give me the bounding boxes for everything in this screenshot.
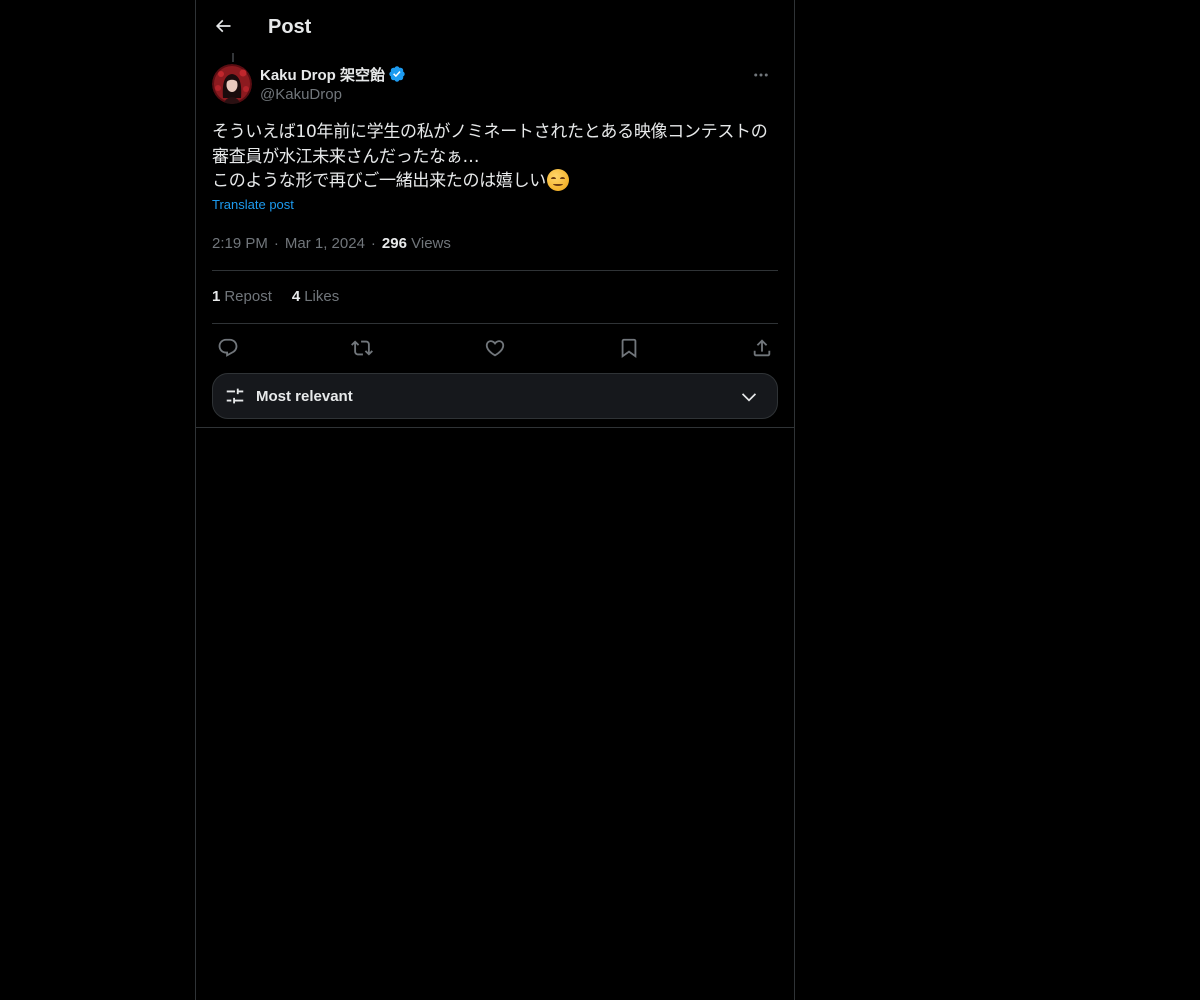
- reply-sort-label: Most relevant: [256, 387, 353, 405]
- reply-icon: [218, 338, 238, 357]
- likes-label: Likes: [304, 288, 340, 305]
- smiling-face-emoji-icon: [547, 169, 569, 191]
- header: Post: [196, 0, 794, 53]
- reposts-label: Repost: [224, 288, 272, 305]
- post-text-line-last: このような形で再びご一緒出来たのは嬉しい: [212, 169, 778, 194]
- author-row: Kaku Drop 架空飴 @KakuDrop: [212, 62, 778, 108]
- reposts-stat[interactable]: 1 Repost: [212, 288, 272, 305]
- post-time[interactable]: 2:19 PM: [212, 235, 268, 252]
- post-meta: 2:19 PM · Mar 1, 2024 · 296 Views: [212, 234, 778, 254]
- heart-icon: [485, 339, 505, 356]
- post-text-line: そういえば10年前に学生の私がノミネートされたとある映像コンテストの: [212, 122, 768, 142]
- share-icon: [753, 338, 771, 356]
- views-count: 296: [381, 234, 407, 252]
- post-text-line: このような形で再びご一緒出来たのは嬉しい: [212, 171, 546, 191]
- display-name[interactable]: Kaku Drop 架空飴: [260, 64, 385, 85]
- like-button[interactable]: [483, 336, 507, 360]
- bookmark-icon: [621, 338, 636, 358]
- post-date[interactable]: Mar 1, 2024: [285, 235, 365, 252]
- verified-badge-icon: [388, 65, 406, 83]
- chevron-down-icon: [739, 387, 759, 407]
- reply-sort-dropdown[interactable]: Most relevant: [212, 373, 778, 419]
- translate-post-link[interactable]: Translate post: [212, 197, 294, 212]
- separator-dot: ·: [370, 234, 376, 252]
- separator-dot: ·: [273, 234, 279, 252]
- share-button[interactable]: [750, 336, 774, 360]
- back-button[interactable]: [206, 9, 240, 43]
- section-divider: [196, 427, 794, 428]
- reply-button[interactable]: [216, 336, 240, 360]
- reposts-count: 1: [212, 288, 221, 305]
- repost-icon: [350, 340, 373, 355]
- bookmark-button[interactable]: [617, 336, 641, 360]
- post: Kaku Drop 架空飴 @KakuDrop そういえば10年前に学生の私がノ…: [212, 62, 778, 372]
- author-names: Kaku Drop 架空飴 @KakuDrop: [260, 63, 406, 105]
- repost-button[interactable]: [350, 336, 374, 360]
- engagement-stats: 1 Repost 4 Likes: [212, 271, 778, 323]
- likes-count: 4: [291, 288, 301, 305]
- post-text: そういえば10年前に学生の私がノミネートされたとある映像コンテストの 審査員が水…: [212, 120, 778, 194]
- views-label: Views: [411, 234, 451, 252]
- author-handle[interactable]: @KakuDrop: [260, 85, 406, 105]
- likes-stat[interactable]: 4 Likes: [292, 288, 339, 305]
- more-horizontal-icon: [754, 73, 768, 77]
- post-text-line: 審査員が水江未来さんだったなぁ…: [212, 146, 480, 167]
- arrow-left-icon: [215, 19, 231, 33]
- display-name-line: Kaku Drop 架空飴: [260, 63, 406, 85]
- post-actions: [212, 324, 778, 372]
- avatar[interactable]: [212, 64, 252, 104]
- more-options-button[interactable]: [744, 64, 778, 86]
- avatar-image: [212, 64, 252, 104]
- sliders-icon: [224, 385, 246, 407]
- thread-line: [232, 53, 234, 62]
- page-title: Post: [268, 16, 312, 38]
- main-column: Post Kaku Drop 架空飴 @KakuDrop そういえば10年前に学…: [195, 0, 795, 1000]
